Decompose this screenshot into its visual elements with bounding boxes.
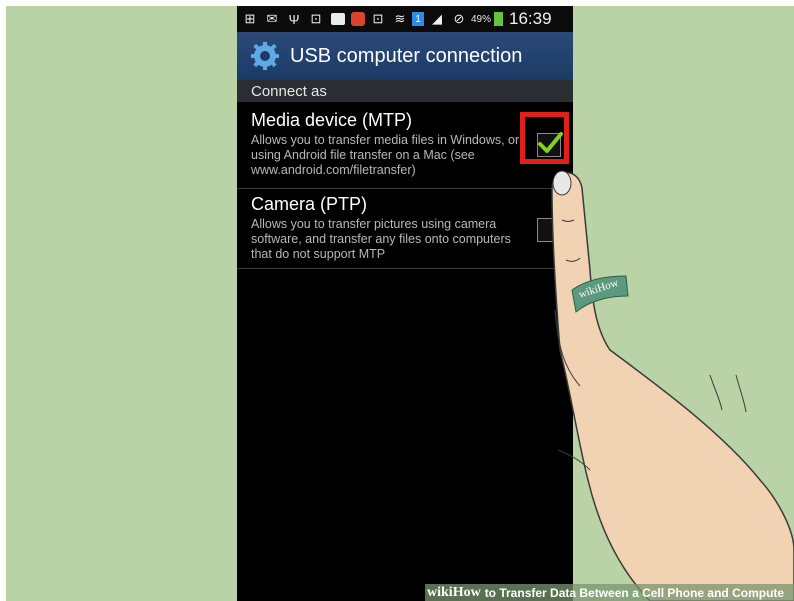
- section-label: Connect as: [251, 82, 327, 100]
- watermark-how: How: [452, 584, 481, 600]
- pointing-hand-illustration: wikiHow: [551, 170, 794, 601]
- section-header: Connect as: [237, 80, 573, 102]
- signal-icon: ◢: [432, 11, 442, 26]
- add-icon: ⊞: [244, 11, 256, 26]
- option-description: Allows you to transfer pictures using ca…: [251, 217, 511, 261]
- option-description: Allows you to transfer media files in Wi…: [251, 133, 520, 177]
- cast-icon: ⊡: [310, 11, 322, 26]
- option-title: Media device (MTP): [251, 110, 413, 130]
- option-title: Camera (PTP): [251, 194, 368, 214]
- page-title: USB computer connection: [290, 44, 523, 67]
- sim-icon: 1: [412, 12, 424, 26]
- cast-icon: ⊡: [372, 11, 384, 26]
- image-border-left: [0, 0, 6, 601]
- battery-percent: 49%: [471, 13, 492, 25]
- settings-gear-icon: [251, 42, 279, 70]
- no-sim-icon: ⊘: [453, 11, 465, 26]
- title-bar: USB computer connection: [237, 32, 573, 80]
- usb-icon: Ψ: [288, 11, 300, 27]
- app-icon: [351, 12, 365, 26]
- watermark-caption: wiki How to Transfer Data Between a Cell…: [425, 584, 794, 601]
- clock: 16:39: [509, 9, 552, 28]
- status-bar: ⊞ ✉ Ψ ⊡ ⊡ ≋ 1 ◢ ⊘ 49% 16:39: [237, 6, 573, 32]
- watermark-wiki: wiki: [427, 584, 453, 600]
- wifi-icon: ≋: [394, 11, 406, 26]
- caption-text: to Transfer Data Between a Cell Phone an…: [484, 585, 785, 600]
- mail-icon: ✉: [266, 11, 278, 26]
- image-icon: [331, 13, 345, 25]
- battery-icon: [494, 12, 504, 26]
